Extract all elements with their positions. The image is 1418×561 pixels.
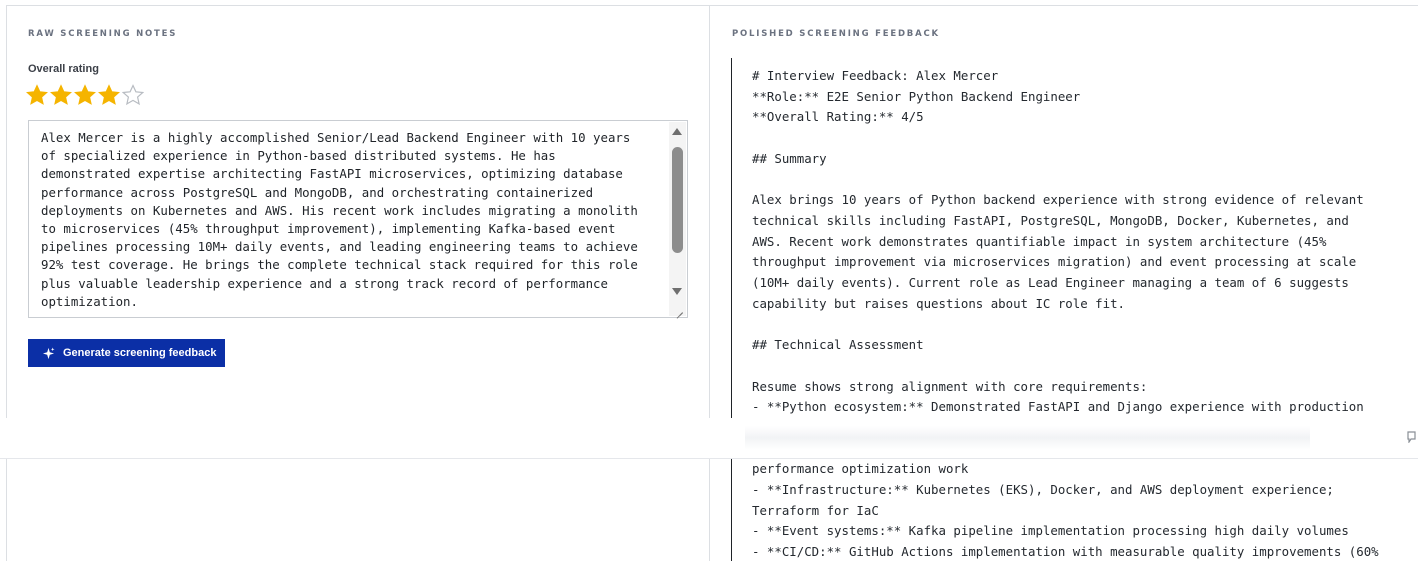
star-empty-icon[interactable] [122,84,144,106]
resize-grip-icon[interactable] [669,299,686,316]
overlay-strip [0,418,1418,459]
scroll-down-arrow-icon[interactable] [672,288,682,295]
generate-feedback-label: Generate screening feedback [63,347,217,359]
star-filled-icon[interactable] [98,84,120,106]
star-rating[interactable] [26,84,144,106]
sparkle-icon [42,346,55,360]
feedback-edge-icon[interactable] [1406,431,1416,443]
polished-feedback-panel: POLISHED SCREENING FEEDBACK # Interview … [710,5,1418,561]
notes-scrollbar[interactable] [669,122,686,299]
overall-rating-label: Overall rating [28,63,99,75]
feedback-text: # Interview Feedback: Alex Mercer **Role… [752,68,1379,560]
raw-notes-heading: RAW SCREENING NOTES [28,29,178,39]
star-filled-icon[interactable] [74,84,96,106]
notes-text[interactable]: Alex Mercer is a highly accomplished Sen… [41,129,661,311]
generate-feedback-button[interactable]: Generate screening feedback [28,339,225,367]
scroll-thumb[interactable] [672,147,683,253]
star-filled-icon[interactable] [50,84,72,106]
overlay-blur [745,426,1310,450]
notes-textarea[interactable]: Alex Mercer is a highly accomplished Sen… [28,120,688,318]
raw-notes-panel: RAW SCREENING NOTES Overall rating Alex … [6,5,710,561]
feedback-output: # Interview Feedback: Alex Mercer **Role… [731,58,1413,561]
star-filled-icon[interactable] [26,84,48,106]
scroll-up-arrow-icon[interactable] [672,128,682,135]
polished-feedback-heading: POLISHED SCREENING FEEDBACK [732,29,940,39]
